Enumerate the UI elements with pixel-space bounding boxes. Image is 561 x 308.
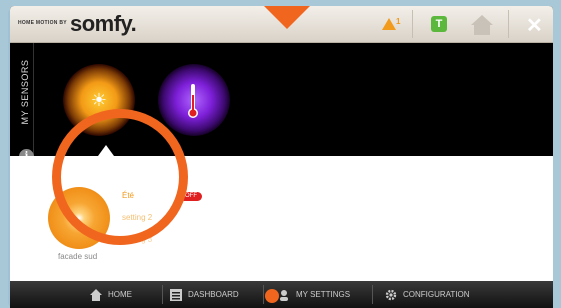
nav-dashboard-label: DASHBOARD	[188, 290, 239, 299]
gear-icon	[385, 289, 397, 300]
top-notch-indicator	[263, 6, 311, 29]
nav-configuration-label: CONFIGURATION	[403, 290, 470, 299]
nav-divider	[162, 285, 163, 304]
header-divider	[412, 10, 413, 38]
highlight-circle	[52, 109, 188, 245]
thermometer-icon	[188, 84, 198, 118]
t-status-icon[interactable]: T	[431, 16, 447, 32]
user-icon	[280, 289, 288, 301]
active-nav-indicator	[265, 289, 279, 303]
header-divider	[508, 10, 509, 38]
dashboard-icon	[170, 288, 182, 301]
facade-label: facade sud	[58, 252, 98, 261]
side-divider	[33, 43, 34, 156]
nav-my-settings-label: MY SETTINGS	[296, 290, 351, 299]
nav-home-label: HOME	[108, 290, 132, 299]
bottom-nav: HOME DASHBOARD MY SETTINGS CONFIGURATION	[10, 281, 553, 308]
nav-configuration[interactable]: CONFIGURATION	[385, 281, 470, 308]
somfy-logo: somfy.	[70, 11, 137, 36]
nav-dashboard[interactable]: DASHBOARD	[170, 281, 239, 308]
my-sensors-label: MY SENSORS	[20, 59, 30, 125]
alert-count: 1	[396, 17, 401, 26]
nav-home[interactable]: HOME	[90, 281, 132, 308]
brand-tagline: HOME MOTION BY	[18, 20, 67, 26]
home-shortcut-icon[interactable]	[470, 14, 494, 36]
alert-icon[interactable]	[382, 18, 396, 30]
nav-divider	[263, 285, 264, 304]
close-icon[interactable]: ✕	[526, 13, 543, 38]
nav-divider	[372, 285, 373, 304]
home-icon	[90, 288, 102, 301]
sun-icon: ☀	[90, 90, 108, 110]
nav-my-settings[interactable]: MY SETTINGS	[278, 281, 350, 308]
